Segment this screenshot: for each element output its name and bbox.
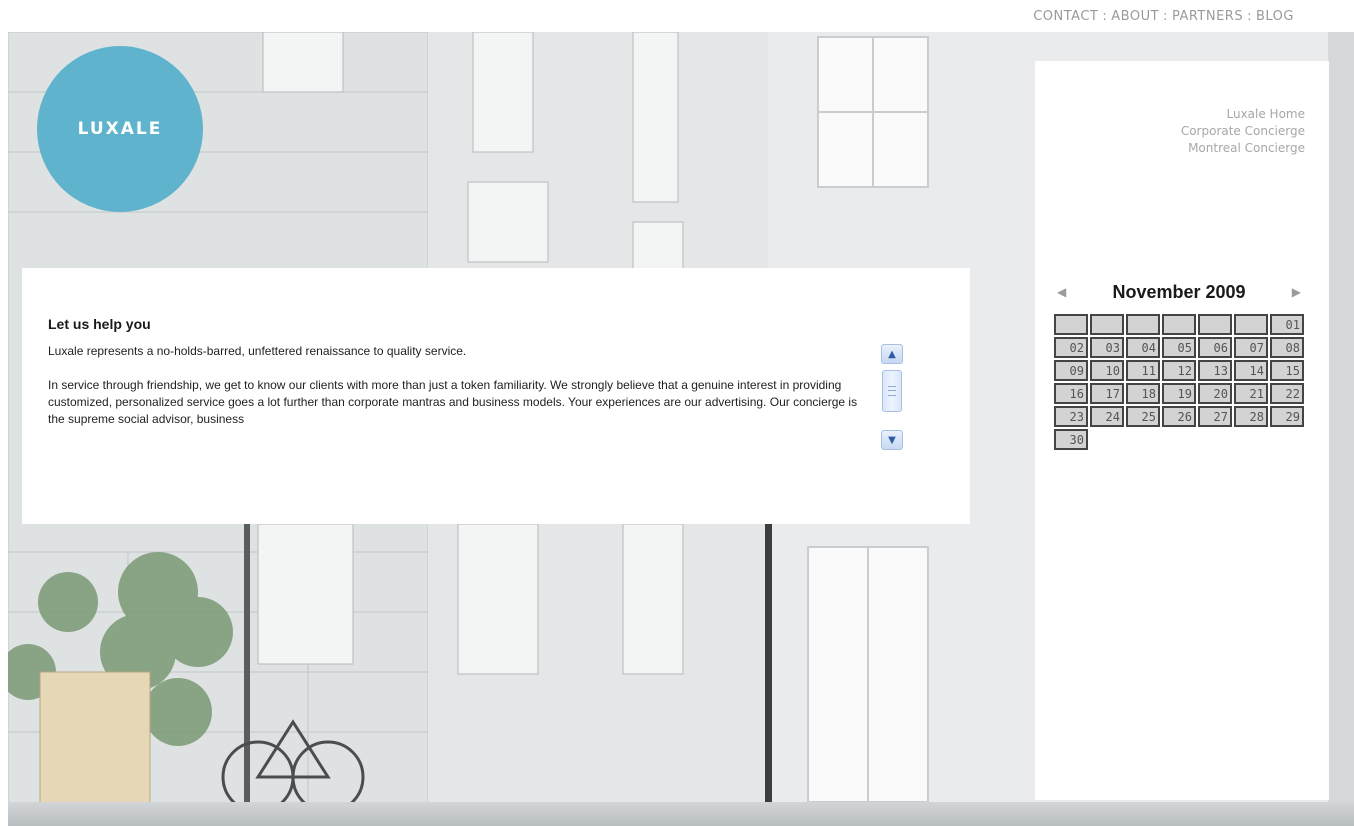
calendar-day-cell[interactable]: 18 xyxy=(1126,383,1160,404)
calendar-day-cell[interactable]: 08 xyxy=(1270,337,1304,358)
calendar-day-cell[interactable]: 23 xyxy=(1054,406,1088,427)
calendar-empty-cell xyxy=(1126,314,1160,335)
calendar-day-cell[interactable]: 22 xyxy=(1270,383,1304,404)
calendar-day-cell[interactable]: 28 xyxy=(1234,406,1268,427)
calendar-day-cell[interactable]: 06 xyxy=(1198,337,1232,358)
grip-icon xyxy=(888,386,896,396)
scroll-thumb[interactable] xyxy=(882,370,902,412)
top-nav: CONTACT : ABOUT : PARTNERS : BLOG xyxy=(1033,6,1294,26)
nav-link-partners[interactable]: PARTNERS xyxy=(1172,9,1243,24)
chevron-up-icon: ▲ xyxy=(888,348,896,360)
text-scrollbar[interactable]: ▲ ▼ xyxy=(881,344,903,452)
triangle-right-icon[interactable]: ▶ xyxy=(1288,285,1305,299)
calendar-day-cell[interactable]: 29 xyxy=(1270,406,1304,427)
calendar-day-cell[interactable]: 13 xyxy=(1198,360,1232,381)
sidebar: Luxale Home Corporate Concierge Montreal… xyxy=(1035,61,1329,800)
calendar-empty-cell xyxy=(1234,314,1268,335)
triangle-left-icon[interactable]: ◀ xyxy=(1053,285,1070,299)
calendar-day-cell[interactable]: 27 xyxy=(1198,406,1232,427)
nav-separator: : xyxy=(1163,8,1168,24)
calendar-day-cell[interactable]: 24 xyxy=(1090,406,1124,427)
calendar-day-cell[interactable]: 10 xyxy=(1090,360,1124,381)
calendar-day-cell[interactable]: 26 xyxy=(1162,406,1196,427)
scroll-up-button[interactable]: ▲ xyxy=(881,344,903,364)
calendar-day-cell[interactable]: 02 xyxy=(1054,337,1088,358)
calendar-empty-cell xyxy=(1090,314,1124,335)
content-text-scrollbox[interactable]: Luxale represents a no-holds-barred, unf… xyxy=(48,343,868,448)
calendar-day-cell[interactable]: 25 xyxy=(1126,406,1160,427)
intro-paragraph: Luxale represents a no-holds-barred, unf… xyxy=(48,344,467,358)
nav-link-blog[interactable]: BLOG xyxy=(1256,9,1294,24)
calendar-day-cell[interactable]: 03 xyxy=(1090,337,1124,358)
logo-text: LUXALE xyxy=(77,119,163,139)
sidebar-link-montreal-concierge[interactable]: Montreal Concierge xyxy=(1181,140,1305,157)
calendar-day-cell[interactable]: 09 xyxy=(1054,360,1088,381)
calendar-day-cell[interactable]: 20 xyxy=(1198,383,1232,404)
nav-link-about[interactable]: ABOUT xyxy=(1111,9,1159,24)
calendar-empty-cell xyxy=(1198,314,1232,335)
nav-link-contact[interactable]: CONTACT xyxy=(1033,9,1098,24)
calendar-day-cell[interactable]: 15 xyxy=(1270,360,1304,381)
calendar-day-cell[interactable]: 30 xyxy=(1054,429,1088,450)
calendar-month-label: November 2009 xyxy=(1112,281,1246,302)
calendar-day-cell[interactable]: 12 xyxy=(1162,360,1196,381)
calendar-day-cell[interactable]: 19 xyxy=(1162,383,1196,404)
sidebar-nav: Luxale Home Corporate Concierge Montreal… xyxy=(1181,106,1305,157)
calendar-day-cell[interactable]: 04 xyxy=(1126,337,1160,358)
sidebar-link-luxale-home[interactable]: Luxale Home xyxy=(1181,106,1305,123)
calendar-grid: 01 02 03 04 05 06 07 08 09 10 11 12 13 14 15 16 17 18 19 20… xyxy=(1054,314,1306,450)
chevron-down-icon: ▼ xyxy=(888,434,896,446)
content-panel: Let us help you Luxale represents a no-h… xyxy=(22,268,970,524)
calendar-day-cell[interactable]: 05 xyxy=(1162,337,1196,358)
calendar-day-cell[interactable]: 11 xyxy=(1126,360,1160,381)
nav-separator: : xyxy=(1247,8,1252,24)
nav-separator: : xyxy=(1102,8,1108,24)
content-heading: Let us help you xyxy=(48,316,151,332)
calendar-empty-cell xyxy=(1054,314,1088,335)
body-paragraph: In service through friendship, we get to… xyxy=(48,378,858,426)
sidebar-link-corporate-concierge[interactable]: Corporate Concierge xyxy=(1181,123,1305,140)
calendar-empty-cell xyxy=(1162,314,1196,335)
calendar-day-cell[interactable]: 07 xyxy=(1234,337,1268,358)
calendar-day-cell[interactable]: 21 xyxy=(1234,383,1268,404)
calendar-day-cell[interactable]: 01 xyxy=(1270,314,1304,335)
calendar-day-cell[interactable]: 17 xyxy=(1090,383,1124,404)
luxale-logo[interactable]: LUXALE xyxy=(37,46,203,212)
calendar-day-cell[interactable]: 14 xyxy=(1234,360,1268,381)
calendar-header: ◀ November 2009 ▶ xyxy=(1053,279,1305,305)
calendar-day-cell[interactable]: 16 xyxy=(1054,383,1088,404)
scroll-down-button[interactable]: ▼ xyxy=(881,430,903,450)
